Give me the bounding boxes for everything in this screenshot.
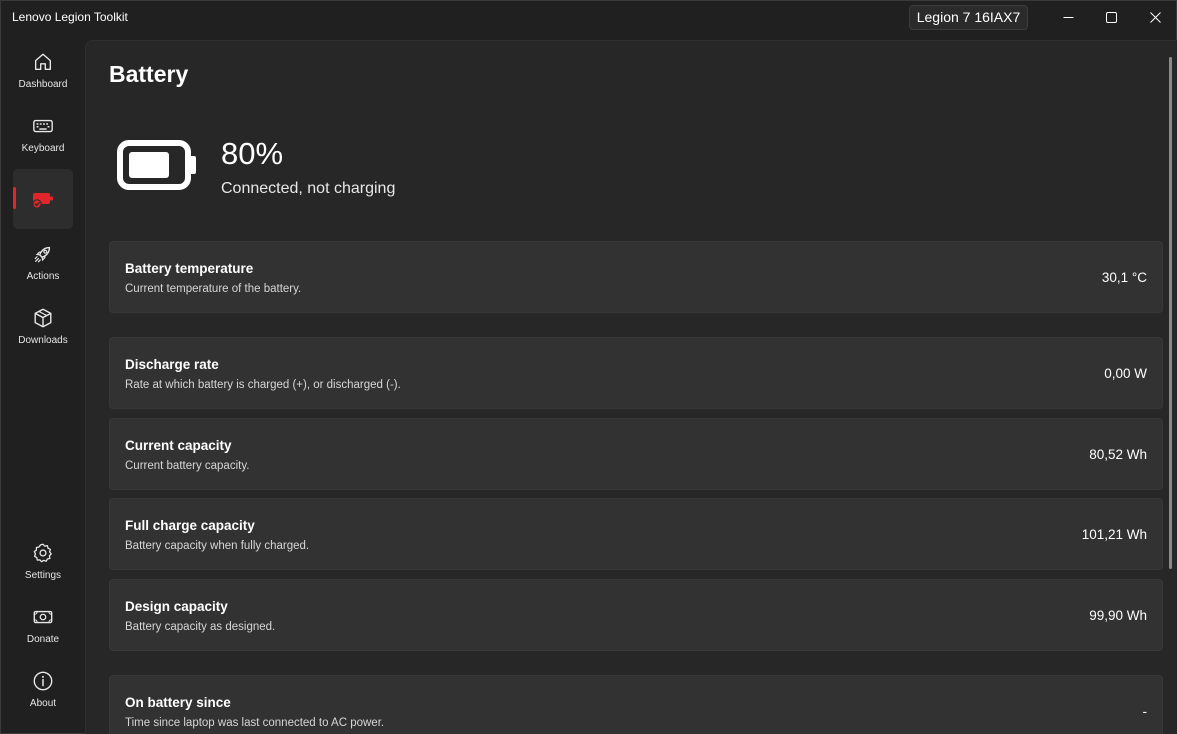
rocket-icon [31, 242, 55, 266]
card-title: Full charge capacity [125, 518, 255, 533]
home-icon [31, 50, 55, 74]
card-description: Rate at which battery is charged (+), or… [125, 379, 401, 391]
keyboard-icon [31, 114, 55, 138]
minimize-button[interactable] [1046, 1, 1090, 33]
card-value: 30,1 °C [1101, 270, 1147, 285]
card-discharge-rate: Discharge rate Rate at which battery is … [109, 337, 1163, 409]
sidebar-item-donate[interactable]: Donate [13, 596, 73, 656]
card-title: On battery since [125, 695, 231, 710]
card-title: Current capacity [125, 438, 232, 453]
card-description: Time since laptop was last connected to … [125, 717, 385, 729]
card-full-charge-capacity: Full charge capacity Battery capacity wh… [109, 498, 1163, 570]
card-value: - [1142, 704, 1148, 719]
close-icon [1149, 11, 1161, 23]
main-content: Battery 80% Connected, not charging Batt… [85, 40, 1177, 734]
page-title: Battery [109, 61, 189, 87]
card-description: Current battery capacity. [125, 460, 250, 472]
card-value: 101,21 Wh [1081, 527, 1147, 542]
battery-percentage: 80% [221, 136, 284, 171]
battery-status: Connected, not charging [221, 180, 396, 197]
info-icon [31, 669, 55, 693]
close-button[interactable] [1133, 1, 1177, 33]
sidebar-item-label: Downloads [18, 335, 68, 346]
card-on-battery-since: On battery since Time since laptop was l… [109, 675, 1163, 734]
battery-level-fill [129, 152, 169, 178]
card-battery-temperature: Battery temperature Current temperature … [109, 241, 1163, 313]
gear-icon [31, 541, 55, 565]
vertical-scrollbar[interactable] [1169, 57, 1172, 569]
battery-icon [117, 140, 196, 190]
sidebar-item-label: About [29, 698, 57, 709]
sidebar-item-downloads[interactable]: Downloads [13, 297, 73, 357]
active-indicator [13, 187, 16, 209]
title-bar: Lenovo Legion Toolkit Legion 7 16IAX7 [1, 1, 1176, 37]
battery-check-icon [31, 187, 55, 211]
card-value: 99,90 Wh [1089, 608, 1147, 623]
maximize-icon [1105, 11, 1117, 23]
sidebar-item-dashboard[interactable]: Dashboard [13, 41, 73, 101]
minimize-icon [1063, 16, 1073, 18]
card-design-capacity: Design capacity Battery capacity as desi… [109, 579, 1163, 651]
app-window: Lenovo Legion Toolkit Legion 7 16IAX7 Da… [0, 0, 1177, 734]
card-description: Battery capacity as designed. [125, 621, 276, 633]
sidebar-item-settings[interactable]: Settings [13, 532, 73, 592]
device-model-badge: Legion 7 16IAX7 [909, 5, 1028, 30]
sidebar-item-about[interactable]: About [13, 660, 73, 720]
sidebar-item-label: Keyboard [21, 143, 65, 154]
card-current-capacity: Current capacity Current battery capacit… [109, 418, 1163, 490]
sidebar-item-battery[interactable] [13, 169, 73, 229]
card-description: Current temperature of the battery. [125, 283, 302, 295]
maximize-button[interactable] [1089, 1, 1133, 33]
card-value: 80,52 Wh [1089, 447, 1147, 462]
sidebar: Dashboard Keyboard Actions Downloads Set… [1, 41, 85, 734]
card-description: Battery capacity when fully charged. [125, 540, 310, 552]
card-title: Discharge rate [125, 357, 219, 372]
sidebar-item-label: Donate [26, 634, 60, 645]
card-title: Design capacity [125, 599, 228, 614]
sidebar-item-label: Dashboard [18, 79, 68, 90]
money-icon [31, 605, 55, 629]
app-title: Lenovo Legion Toolkit [12, 10, 128, 24]
sidebar-item-label: Settings [24, 570, 62, 581]
sidebar-item-keyboard[interactable]: Keyboard [13, 105, 73, 165]
sidebar-item-actions[interactable]: Actions [13, 233, 73, 293]
box-icon [31, 306, 55, 330]
card-title: Battery temperature [125, 261, 254, 276]
card-value: 0,00 W [1104, 366, 1147, 381]
sidebar-item-label: Actions [26, 271, 60, 282]
